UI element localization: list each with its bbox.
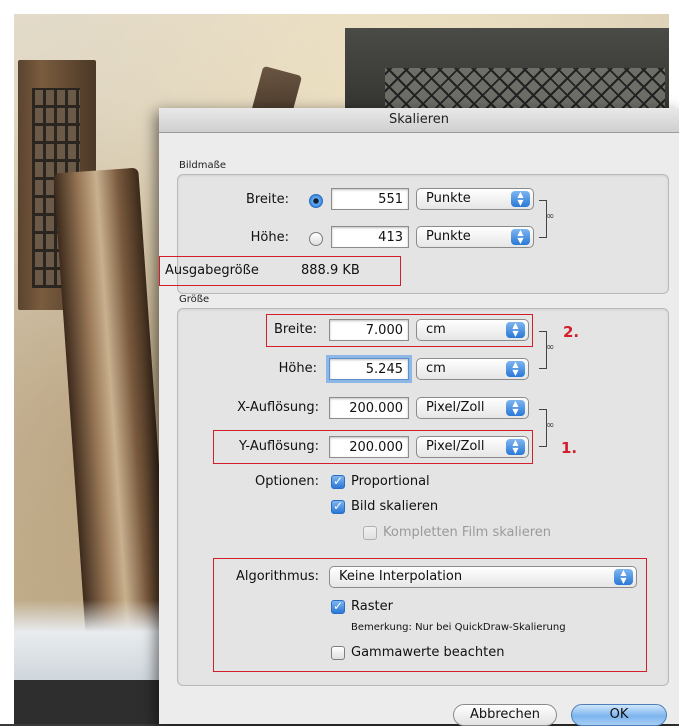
raster-label: Raster xyxy=(351,599,393,614)
section-label-groesse: Größe xyxy=(179,294,210,305)
cancel-button[interactable]: Abbrechen xyxy=(453,704,557,726)
bild-skalieren-label: Bild skalieren xyxy=(351,499,439,514)
annotation-marker-1: 1. xyxy=(561,439,578,457)
y-resolution-unit-select[interactable]: Pixel/Zoll ▲ ▼ xyxy=(416,436,529,458)
chain-link-icon[interactable]: ∞ xyxy=(546,211,554,222)
bild-hoehe-label: Höhe: xyxy=(250,230,289,245)
hoehe-unit-select[interactable]: cm ▲ ▼ xyxy=(416,358,529,380)
y-resolution-field[interactable]: 200.000 xyxy=(329,436,409,458)
hoehe-field[interactable]: 5.245 xyxy=(326,355,412,383)
y-resolution-label: Y-Auflösung: xyxy=(239,439,319,454)
bild-breite-label: Breite: xyxy=(245,192,289,207)
stepper-arrows-icon: ▲ ▼ xyxy=(511,229,530,245)
y-resolution-unit-value: Pixel/Zoll xyxy=(426,439,485,454)
checkbox-proportional[interactable]: ✓ xyxy=(331,475,345,489)
breite-unit-select[interactable]: cm ▲ ▼ xyxy=(416,319,529,341)
barred-window-right xyxy=(345,28,675,118)
hoehe-label: Höhe: xyxy=(278,361,317,376)
chain-link-icon[interactable]: ∞ xyxy=(546,420,554,431)
dark-strip xyxy=(14,680,174,724)
algorithm-select[interactable]: Keine Interpolation ▲ ▼ xyxy=(329,566,637,588)
bild-hoehe-unit-select[interactable]: Punkte ▲ ▼ xyxy=(416,226,534,248)
bild-breite-unit-value: Punkte xyxy=(426,191,471,206)
gamma-label: Gammawerte beachten xyxy=(351,645,505,660)
radio-hoehe[interactable] xyxy=(309,232,323,246)
bild-hoehe-unit-value: Punkte xyxy=(426,229,471,244)
output-size-value: 888.9 KB xyxy=(301,263,360,278)
breite-label: Breite: xyxy=(273,322,317,337)
output-size-label: Ausgabegröße xyxy=(165,263,259,278)
hoehe-unit-value: cm xyxy=(426,361,446,376)
stepper-arrows-icon: ▲ ▼ xyxy=(506,361,525,377)
algorithm-value: Keine Interpolation xyxy=(339,569,463,584)
stepper-arrows-icon: ▲ ▼ xyxy=(614,569,633,585)
checkbox-raster[interactable]: ✓ xyxy=(331,600,345,614)
ok-button[interactable]: OK xyxy=(571,704,667,726)
algorithm-label: Algorithmus: xyxy=(235,569,319,584)
chain-link-icon[interactable]: ∞ xyxy=(546,342,554,353)
bild-hoehe-field[interactable]: 413 xyxy=(331,226,409,248)
bild-breite-unit-select[interactable]: Punkte ▲ ▼ xyxy=(416,188,534,210)
film-skalieren-label: Kompletten Film skalieren xyxy=(383,525,552,540)
dialog-title: Skalieren xyxy=(159,108,679,133)
section-label-bildmasse: Bildmaße xyxy=(179,160,227,171)
stepper-arrows-icon: ▲ ▼ xyxy=(506,400,525,416)
scale-dialog: Skalieren Bildmaße Breite: 551 Punkte ▲ ▼… xyxy=(159,108,679,726)
checkbox-film-skalieren[interactable] xyxy=(363,526,377,540)
white-frame-top xyxy=(0,0,679,14)
stepper-arrows-icon: ▲ ▼ xyxy=(506,439,525,455)
snow-patch xyxy=(14,600,164,680)
options-label: Optionen: xyxy=(254,474,319,489)
breite-unit-value: cm xyxy=(426,322,446,337)
annotation-marker-2: 2. xyxy=(563,323,580,341)
bild-breite-field[interactable]: 551 xyxy=(331,188,409,210)
breite-field[interactable]: 7.000 xyxy=(329,319,409,341)
checkbox-bild-skalieren[interactable]: ✓ xyxy=(331,500,345,514)
x-resolution-unit-select[interactable]: Pixel/Zoll ▲ ▼ xyxy=(416,397,529,419)
checkbox-gamma[interactable] xyxy=(331,646,345,660)
stepper-arrows-icon: ▲ ▼ xyxy=(506,322,525,338)
proportional-label: Proportional xyxy=(351,474,430,489)
stepper-arrows-icon: ▲ ▼ xyxy=(511,191,530,207)
white-frame-left xyxy=(0,0,14,724)
x-resolution-label: X-Auflösung: xyxy=(237,400,319,415)
x-resolution-unit-value: Pixel/Zoll xyxy=(426,400,485,415)
x-resolution-field[interactable]: 200.000 xyxy=(329,397,409,419)
remark-text: Bemerkung: Nur bei QuickDraw-Skalierung xyxy=(351,622,566,633)
radio-breite[interactable] xyxy=(309,194,323,208)
